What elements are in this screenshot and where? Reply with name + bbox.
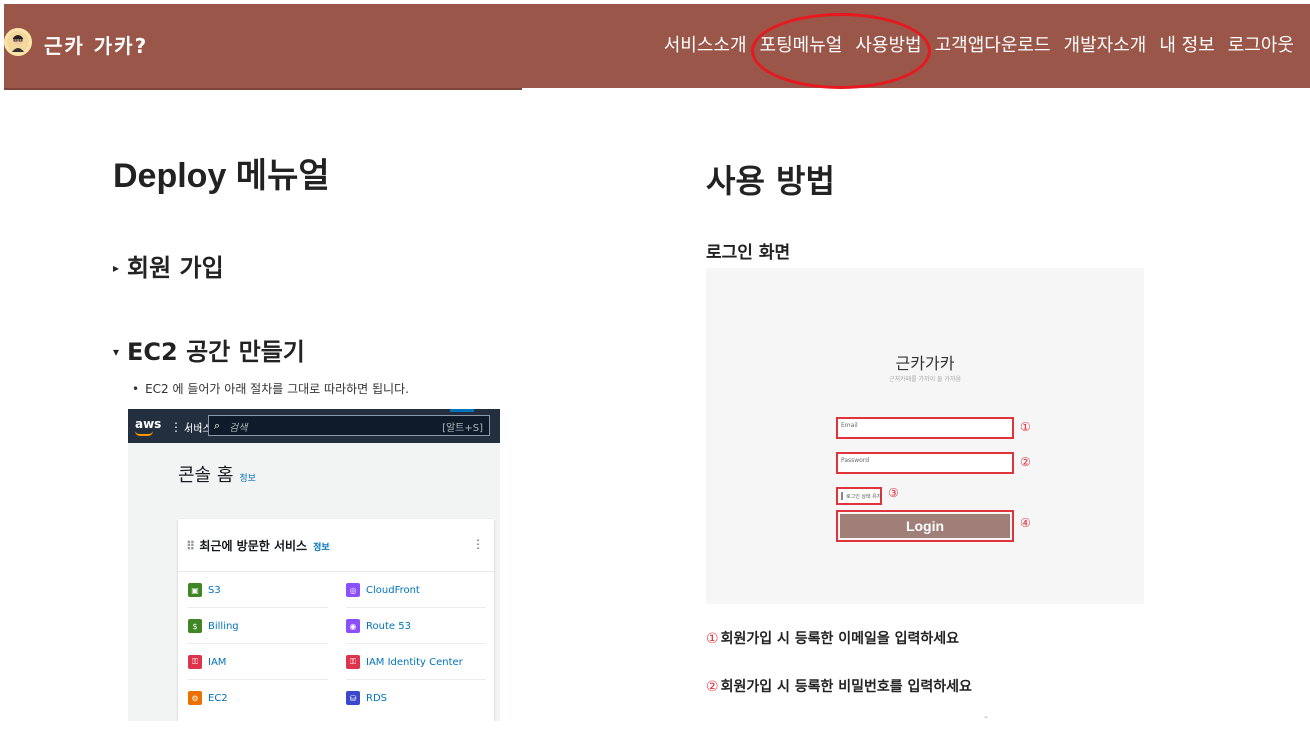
service-route53: ◉ Route 53 (346, 619, 411, 633)
service-billing: $ Billing (188, 619, 239, 633)
caret-right-icon: ▸ (113, 261, 120, 275)
step-text: 회원가입 시 등록한 이메일을 입력하세요 (720, 631, 960, 647)
highlight-ellipse (751, 13, 931, 89)
row-divider (346, 607, 486, 608)
service-name: Billing (208, 620, 239, 632)
service-iam-identity-center: ⚿ IAM Identity Center (346, 655, 463, 669)
login-screen-label: 로그인 화면 (706, 243, 791, 263)
ec2-instruction: EC2 에 들어가 아래 절차를 그대로 따라하면 됩니다. (132, 380, 409, 397)
marker-4: ④ (1020, 516, 1031, 530)
step-text: 회원가입 시 등록한 비밀번호를 입력하세요 (720, 679, 972, 695)
aws-logo: aws (135, 417, 162, 431)
billing-icon: $ (188, 619, 202, 633)
nav-my-info[interactable]: 내 정보 (1159, 31, 1214, 57)
how-to-use-title: 사용 방법 (706, 162, 835, 200)
row-divider (346, 679, 486, 680)
section-ec2-label: EC2 공간 만들기 (127, 338, 305, 366)
aws-info-link: 정보 (239, 474, 256, 484)
row-divider (188, 607, 328, 608)
aws-search-input: ⌕ 검색 [알트+S] (208, 415, 490, 436)
nav-logout[interactable]: 로그아웃 (1228, 31, 1294, 57)
aws-accent-strip (450, 409, 474, 412)
aws-smile-icon (135, 431, 153, 436)
identity-center-icon: ⚿ (346, 655, 360, 669)
service-name: RDS (366, 692, 387, 704)
nav-customer-app-download[interactable]: 고객앱다운로드 (935, 31, 1051, 57)
service-iam: ⚿ IAM (188, 655, 226, 669)
login-button: Login (840, 514, 1010, 538)
section-signup[interactable]: ▸ 회원 가입 (113, 248, 224, 283)
aws-console-home-title: 콘솔 홈 정보 (178, 461, 256, 487)
aws-topbar: aws ⋮⋮⋮ 서비스 ⌕ 검색 [알트+S] (128, 409, 500, 443)
rds-icon: ⛁ (346, 691, 360, 705)
login-brand-sub: 근처카페를 가까이 둘 가까움 (889, 376, 961, 383)
caret-down-icon: ▾ (113, 345, 120, 359)
step-number: ② (706, 679, 719, 695)
marker-2: ② (1020, 455, 1031, 469)
s3-icon: ▣ (188, 583, 202, 597)
route53-icon: ◉ (346, 619, 360, 633)
login-button-frame: Login (836, 510, 1014, 542)
checkbox-icon (841, 492, 843, 500)
aws-search-placeholder: 검색 (229, 423, 248, 434)
login-password-field: Password (836, 452, 1014, 474)
more-options-icon: ⋮ (472, 537, 484, 551)
drag-handle-icon: ⠿ (186, 539, 196, 553)
section-ec2[interactable]: ▾ EC2 공간 만들기 (113, 332, 305, 367)
service-name: IAM (208, 656, 227, 668)
aws-console-home-label: 콘솔 홈 (178, 465, 234, 486)
step-number: ① (706, 631, 719, 647)
service-name: Route 53 (366, 620, 411, 632)
login-brand: 근카가카 (895, 354, 955, 373)
row-divider (188, 643, 328, 644)
iam-icon: ⚿ (188, 655, 202, 669)
marker-3: ③ (888, 486, 899, 500)
remember-login-label: 로그인 상태 유지 (846, 493, 882, 500)
ec2-icon: ⚙ (188, 691, 202, 705)
login-email-field: Email (836, 417, 1014, 439)
stray-mark: ¨ (984, 716, 988, 725)
login-screenshot: 근카가카 근처카페를 가까이 둘 가까움 Email ① Password ② … (706, 268, 1144, 604)
cloudfront-icon: ◎ (346, 583, 360, 597)
marker-1: ① (1020, 420, 1031, 434)
recent-services-info: 정보 (313, 543, 330, 553)
step-email-instruction: ① 회원가입 시 등록한 이메일을 입력하세요 (706, 628, 959, 648)
row-divider (346, 643, 486, 644)
service-ec2: ⚙ EC2 (188, 691, 228, 705)
brand-title[interactable]: 근카 가카? (44, 30, 148, 59)
row-divider (188, 679, 328, 680)
service-s3: ▣ S3 (188, 583, 221, 597)
card-divider (178, 571, 494, 572)
service-name: IAM Identity Center (366, 656, 463, 668)
step-password-instruction: ② 회원가입 시 등록한 비밀번호를 입력하세요 (706, 676, 972, 696)
aws-console-screenshot: aws ⋮⋮⋮ 서비스 ⌕ 검색 [알트+S] 콘솔 홈 정보 ⠿ 최근에 방문한 … (128, 409, 500, 721)
nav-service-intro[interactable]: 서비스소개 (664, 31, 747, 57)
navbar-divider (4, 88, 522, 90)
section-signup-label: 회원 가입 (127, 254, 224, 282)
recent-services-label: 최근에 방문한 서비스 (199, 539, 308, 553)
service-name: S3 (208, 584, 221, 596)
recent-services-title: ⠿ 최근에 방문한 서비스 정보 (186, 537, 330, 554)
aws-search-shortcut: [알트+S] (442, 423, 483, 434)
nav-developer-intro[interactable]: 개발자소개 (1064, 31, 1147, 57)
search-icon: ⌕ (214, 419, 221, 432)
deploy-manual-title: Deploy 메뉴얼 (113, 157, 330, 195)
service-name: CloudFront (366, 584, 420, 596)
remember-login-checkbox: 로그인 상태 유지 (836, 487, 882, 505)
recent-services-card: ⠿ 최근에 방문한 서비스 정보 ⋮ ▣ S3 ◎ CloudFront $ Billin… (178, 519, 494, 721)
service-cloudfront: ◎ CloudFront (346, 583, 420, 597)
service-rds: ⛁ RDS (346, 691, 387, 705)
service-name: EC2 (208, 692, 228, 704)
logo-icon[interactable] (4, 28, 32, 56)
